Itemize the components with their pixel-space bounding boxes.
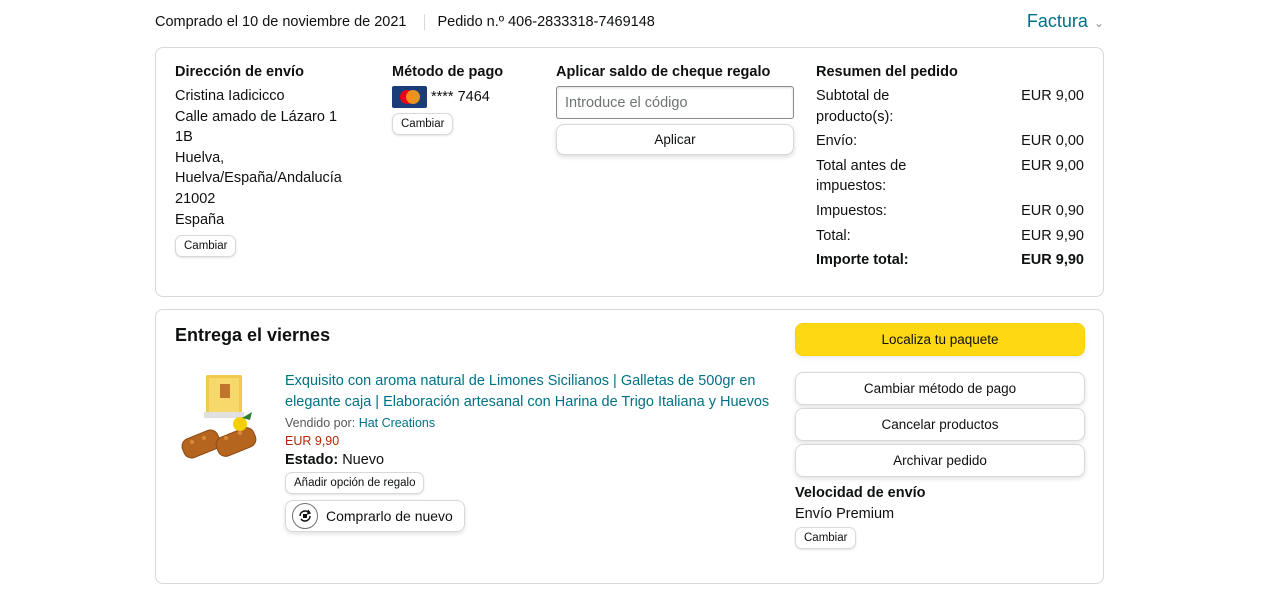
sold-by-label: Vendido por:	[285, 416, 356, 431]
invoice-label: Factura	[1026, 11, 1088, 31]
grand-total-label: Importe total:	[816, 252, 909, 269]
chevron-down-icon: ⌄	[1093, 15, 1104, 30]
order-summary-section: Resumen del pedido Subtotal de producto(…	[816, 64, 1084, 275]
shipping-title: Dirección de envío	[175, 64, 304, 80]
delivery-box: Entrega el viernes Exquisito con aroma n…	[155, 309, 1104, 584]
seller-link[interactable]: Hat Creations	[359, 416, 435, 430]
card-digits: **** 7464	[431, 89, 490, 105]
divider	[423, 14, 425, 30]
summary-value: EUR 0,00	[1021, 133, 1084, 150]
summary-label: Subtotal de producto(s):	[816, 88, 894, 125]
change-shipping-speed-button[interactable]: Cambiar	[795, 527, 857, 549]
change-payment-button[interactable]: Cambiar	[392, 113, 454, 135]
summary-row: Total antes de impuestos: EUR 9,00	[816, 156, 1084, 197]
order-details-box: Dirección de envío Cristina Iadicicco Ca…	[155, 47, 1104, 297]
address-line: Huelva,	[175, 149, 225, 166]
change-payment-method-button[interactable]: Cambiar método de pago	[795, 372, 1085, 405]
summary-value: EUR 9,00	[1021, 88, 1084, 104]
order-number: Pedido n.º 406-2833318-7469148	[437, 14, 655, 30]
track-package-button[interactable]: Localiza tu paquete	[795, 323, 1085, 356]
shipping-speed-value: Envío Premium	[795, 506, 895, 522]
add-gift-option-button[interactable]: Añadir opción de regalo	[285, 472, 425, 495]
grand-total-value: EUR 9,90	[1021, 252, 1084, 269]
address-line: 1B	[175, 129, 193, 146]
gift-card-section: Aplicar saldo de cheque regalo Aplicar	[556, 64, 796, 155]
apply-gift-button[interactable]: Aplicar	[556, 124, 794, 155]
summary-value: EUR 9,00	[1021, 157, 1084, 174]
order-info-line: Comprado el 10 de noviembre de 2021 Pedi…	[155, 14, 655, 30]
condition-line: Estado: Nuevo	[285, 452, 775, 468]
summary-title: Resumen del pedido	[816, 64, 958, 80]
condition-label: Estado:	[285, 452, 339, 469]
buy-again-button[interactable]: Comprarlo de nuevo	[285, 500, 465, 533]
product-price: EUR 9,90	[285, 434, 340, 449]
buy-again-label: Comprarlo de nuevo	[326, 508, 453, 525]
summary-row: Envío: EUR 0,00	[816, 131, 1084, 152]
summary-value: EUR 0,90	[1021, 202, 1084, 219]
change-address-button[interactable]: Cambiar	[175, 235, 237, 258]
address-line: Huelva/España/Andalucía	[175, 170, 342, 187]
gift-title: Aplicar saldo de cheque regalo	[556, 64, 771, 80]
summary-total-row: Importe total: EUR 9,90	[816, 250, 1084, 271]
archive-order-button[interactable]: Archivar pedido	[795, 444, 1085, 477]
shipping-speed-title: Velocidad de envío	[795, 485, 926, 501]
purchase-date: Comprado el 10 de noviembre de 2021	[155, 14, 407, 30]
summary-label: Total antes de impuestos:	[816, 157, 907, 195]
buy-again-icon	[292, 503, 318, 530]
address-line: Calle amado de Lázaro 1	[175, 108, 338, 125]
address-line: 21002	[175, 190, 216, 207]
summary-value: EUR 9,90	[1021, 227, 1084, 244]
payment-card: **** 7464	[392, 86, 532, 108]
seller-line: Vendido por: Hat Creations	[285, 416, 775, 430]
address-line: Cristina Iadicicco	[175, 88, 285, 104]
product-title-link[interactable]: Exquisito con aroma natural de Limones S…	[285, 371, 775, 412]
summary-label: Impuestos:	[816, 202, 887, 219]
product-info: Exquisito con aroma natural de Limones S…	[285, 371, 775, 533]
invoice-dropdown[interactable]: Factura ⌄	[1027, 11, 1104, 32]
mastercard-icon	[392, 86, 427, 108]
product-image[interactable]	[180, 372, 264, 467]
summary-label: Total:	[816, 227, 851, 244]
order-actions: Localiza tu paquete Cambiar método de pa…	[795, 323, 1085, 549]
summary-row: Impuestos: EUR 0,90	[816, 201, 1084, 222]
shipping-address-section: Dirección de envío Cristina Iadicicco Ca…	[175, 64, 365, 258]
gift-code-input[interactable]	[556, 86, 794, 119]
payment-title: Método de pago	[392, 64, 504, 80]
summary-label: Envío:	[816, 133, 858, 150]
summary-row: Total: EUR 9,90	[816, 226, 1084, 247]
delivery-title: Entrega el viernes	[175, 325, 331, 345]
address-line: España	[175, 211, 225, 228]
address-lines: Cristina Iadicicco Calle amado de Lázaro…	[175, 86, 365, 230]
payment-method-section: Método de pago **** 7464 Cambiar	[392, 64, 532, 135]
cancel-items-button[interactable]: Cancelar productos	[795, 408, 1085, 441]
condition-value: Nuevo	[342, 452, 385, 469]
summary-row: Subtotal de producto(s): EUR 9,00	[816, 86, 1084, 127]
